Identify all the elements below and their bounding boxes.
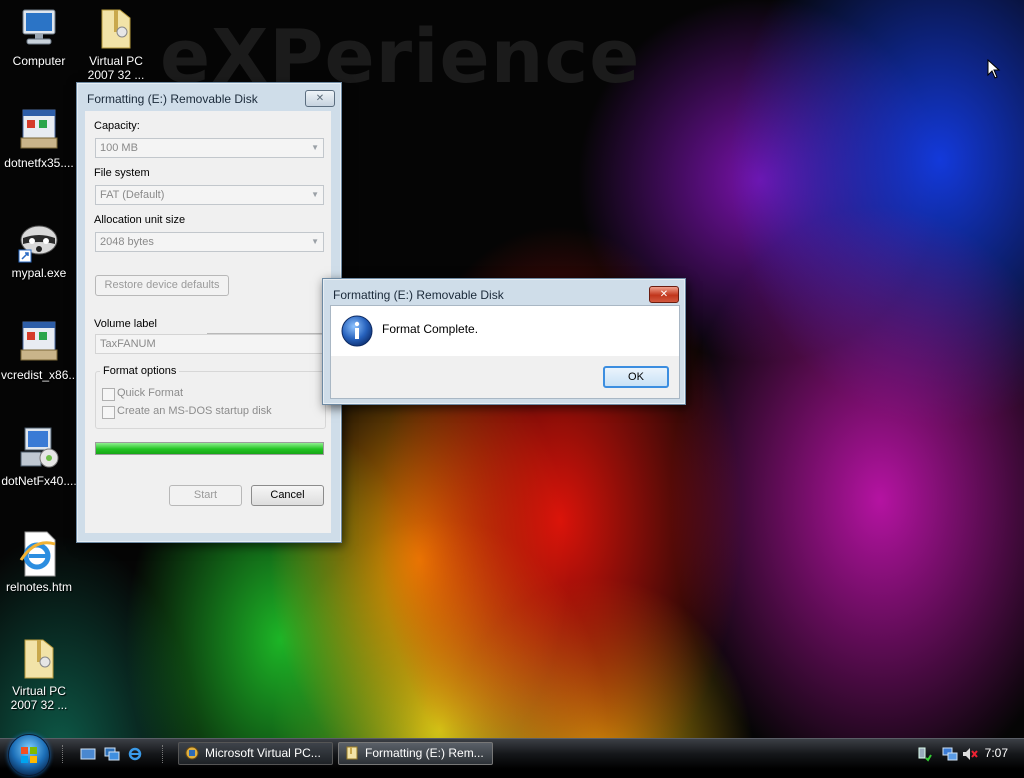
volume-label-input[interactable]: TaxFANUM [95, 334, 324, 354]
restore-defaults-button[interactable]: Restore device defaults [95, 275, 229, 296]
ok-button[interactable]: OK [603, 366, 669, 388]
taskbar-button-formatting[interactable]: Formatting (E:) Rem... [338, 742, 493, 765]
installer-icon [15, 318, 63, 366]
show-desktop-icon[interactable] [80, 746, 96, 762]
start-button[interactable]: Start [169, 485, 242, 506]
format-options-label: Format options [100, 365, 180, 377]
message-box-title: Formatting (E:) Removable Disk [333, 288, 504, 302]
quicklaunch-grip[interactable] [62, 745, 66, 763]
message-text: Format Complete. [382, 322, 479, 336]
filesystem-dropdown[interactable]: FAT (Default) ▼ [95, 185, 324, 205]
internet-explorer-icon[interactable] [127, 746, 143, 762]
desktop-icon-virtualpc[interactable]: Virtual PC 2007 32 ... [78, 4, 154, 82]
message-box-close-button[interactable]: ✕ [649, 286, 679, 303]
format-progress-fill [96, 443, 323, 454]
msdos-checkbox[interactable] [102, 406, 115, 419]
safely-remove-hardware-icon[interactable] [916, 746, 932, 762]
quick-format-label: Quick Format [117, 387, 184, 399]
zip-folder-icon [92, 4, 140, 52]
message-area: Format Complete. [331, 306, 679, 356]
taskbar-button-label: Microsoft Virtual PC... [205, 746, 321, 760]
network-icon[interactable] [942, 746, 958, 762]
taskbar-button-virtualpc[interactable]: Microsoft Virtual PC... [178, 742, 333, 765]
volume-label-label: Volume label [94, 318, 157, 330]
desktop-icon-computer[interactable]: Computer [1, 4, 77, 68]
cancel-button[interactable]: Cancel [251, 485, 324, 506]
windows-logo-icon [21, 747, 37, 763]
format-dialog-title: Formatting (E:) Removable Disk [87, 92, 258, 106]
desktop-icon-mypal[interactable]: mypal.exe [1, 216, 77, 280]
desktop-icon-label: vcredist_x86.... [1, 368, 82, 382]
desktop-icon-label: relnotes.htm [5, 580, 73, 594]
format-options-group [95, 371, 326, 429]
desktop-icon-label: mypal.exe [11, 266, 67, 280]
chevron-down-icon: ▼ [311, 237, 319, 246]
quick-format-checkbox[interactable] [102, 388, 115, 401]
filesystem-label: File system [94, 167, 150, 179]
volume-label-value: TaxFANUM [100, 338, 156, 350]
format-dialog-body: Capacity: 100 MB ▼ File system FAT (Defa… [85, 111, 331, 533]
desktop-icon-relnotes[interactable]: relnotes.htm [1, 530, 77, 594]
start-button[interactable] [8, 734, 50, 776]
capacity-label: Capacity: [94, 120, 140, 132]
allocation-label: Allocation unit size [94, 214, 186, 226]
msdos-label: Create an MS-DOS startup disk [117, 405, 272, 417]
information-icon [341, 315, 373, 347]
chevron-down-icon: ▼ [311, 190, 319, 199]
message-box: Formatting (E:) Removable Disk ✕ Format … [322, 278, 686, 405]
drive-icon [346, 746, 358, 760]
taskbar-button-label: Formatting (E:) Rem... [365, 746, 484, 760]
zip-folder-icon [15, 634, 63, 682]
desktop-icon-virtualpc-2[interactable]: Virtual PC 2007 32 ... [1, 634, 77, 712]
format-dialog: Formatting (E:) Removable Disk ✕ Capacit… [76, 82, 342, 543]
desktop-icon-label: Virtual PC 2007 32 ... [10, 684, 68, 712]
virtual-pc-icon [185, 746, 199, 760]
taskbar: Microsoft Virtual PC... Formatting (E:) … [0, 734, 1024, 776]
volume-muted-icon[interactable] [962, 746, 978, 762]
computer-icon [15, 4, 63, 52]
desktop-icon-label: dotNetFx40.... [1, 474, 77, 488]
setup-icon [15, 424, 63, 472]
format-dialog-close-button[interactable]: ✕ [305, 90, 335, 107]
internet-explorer-icon [15, 530, 63, 578]
desktop-icon-label: dotnetfx35.... [4, 156, 74, 170]
capacity-dropdown[interactable]: 100 MB ▼ [95, 138, 324, 158]
desktop: eXPerience Computer Virtual PC 2007 32 .… [0, 0, 1024, 738]
allocation-value: 2048 bytes [100, 236, 154, 248]
chevron-down-icon: ▼ [311, 143, 319, 152]
clock: 7:07 [984, 746, 1008, 760]
taskbar-grip[interactable] [162, 745, 166, 763]
desktop-icon-dotnetfx35[interactable]: dotnetfx35.... [1, 106, 77, 170]
desktop-icon-label: Virtual PC 2007 32 ... [87, 54, 145, 82]
desktop-icon-vcredist[interactable]: vcredist_x86.... [1, 318, 82, 382]
message-box-body: Format Complete. OK [330, 305, 680, 399]
capacity-value: 100 MB [100, 142, 138, 154]
filesystem-value: FAT (Default) [100, 189, 165, 201]
raccoon-icon [15, 216, 63, 264]
format-progress-bar [95, 442, 324, 455]
switch-windows-icon[interactable] [104, 746, 120, 762]
desktop-icon-dotnetfx40[interactable]: dotNetFx40.... [1, 424, 77, 488]
desktop-icon-label: Computer [12, 54, 66, 68]
mouse-cursor-icon [987, 59, 1001, 79]
installer-icon [15, 106, 63, 154]
allocation-dropdown[interactable]: 2048 bytes ▼ [95, 232, 324, 252]
